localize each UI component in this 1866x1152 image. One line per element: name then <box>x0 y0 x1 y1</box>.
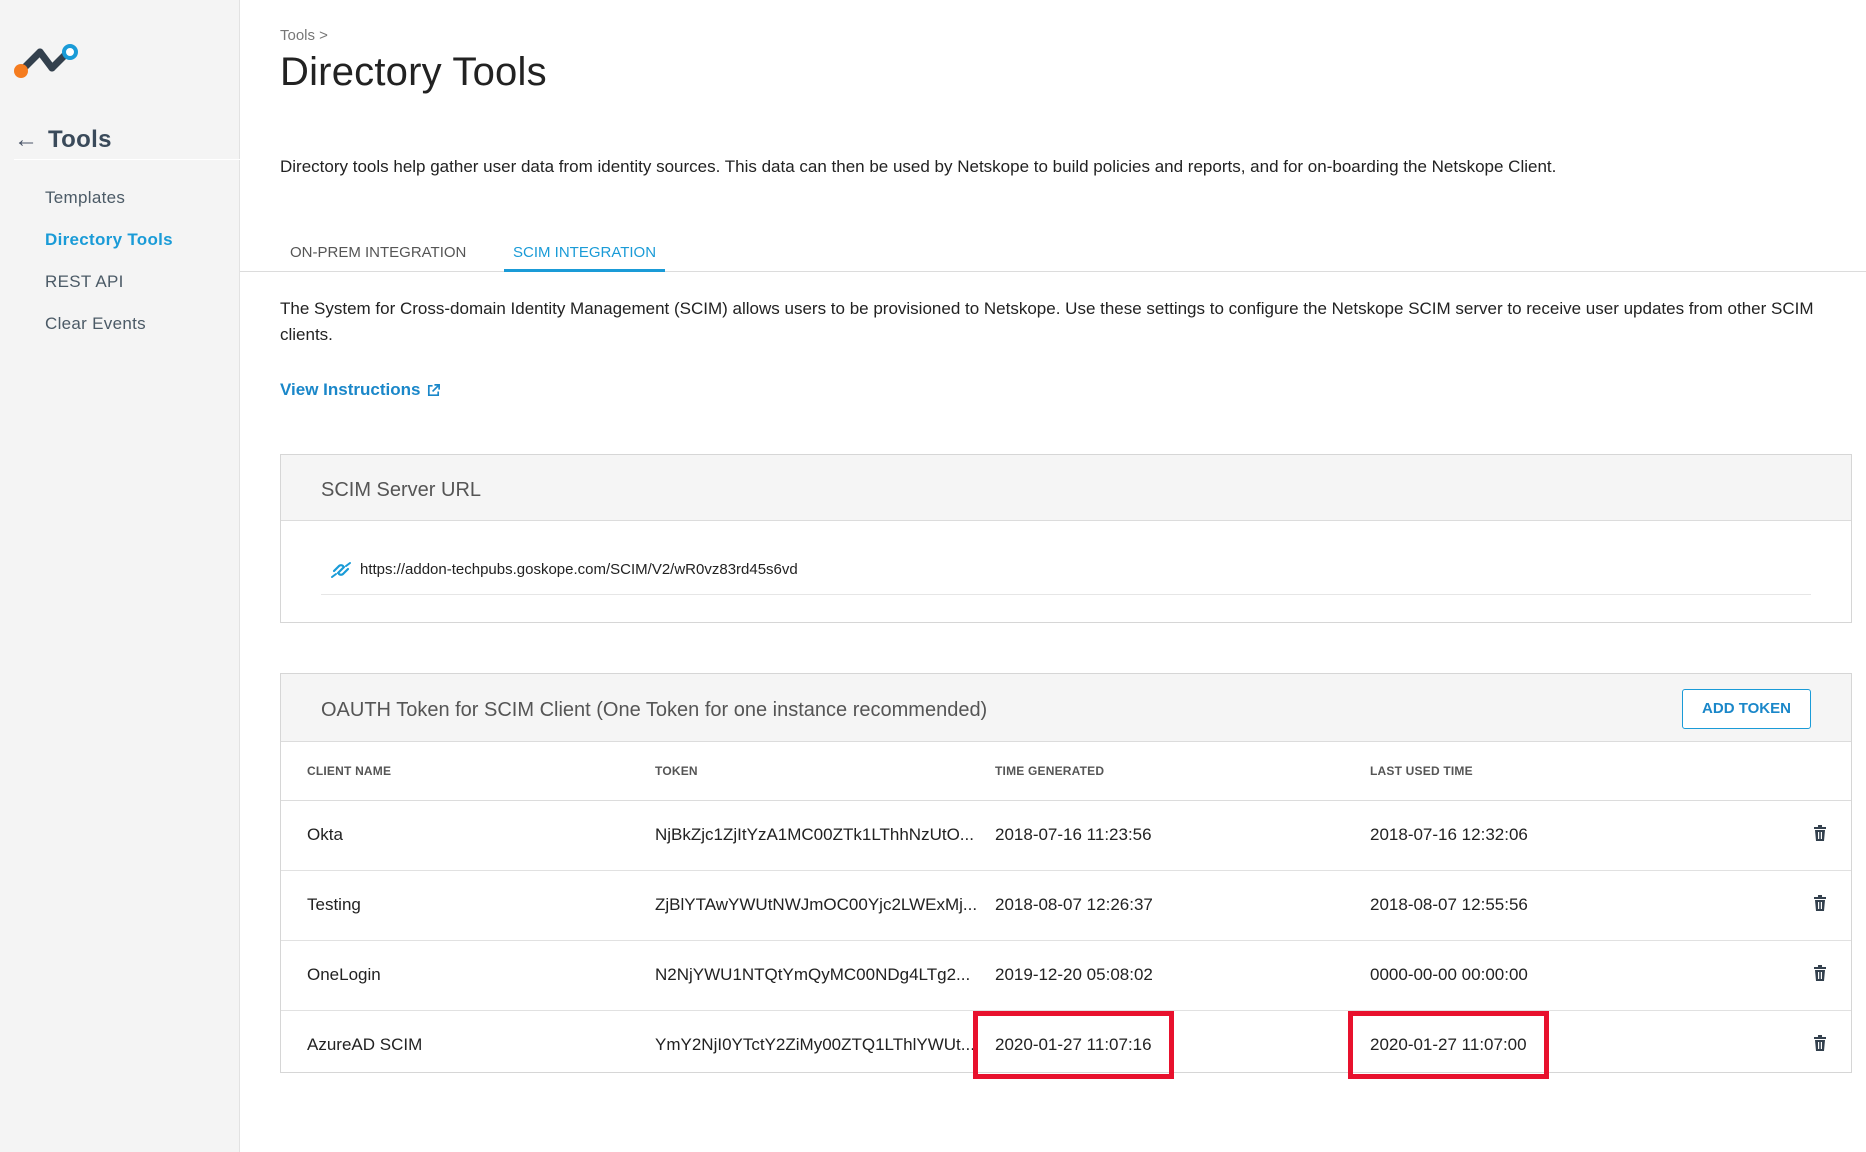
oauth-token-header: OAUTH Token for SCIM Client (One Token f… <box>281 674 1851 742</box>
column-header-token[interactable]: TOKEN <box>655 742 995 801</box>
main-content: Tools > Directory Tools Directory tools … <box>240 0 1866 1152</box>
actions-cell <box>1700 1010 1851 1080</box>
sidebar-nav: Templates Directory Tools REST API Clear… <box>45 180 173 348</box>
token-cell: YmY2NjI0YTctY2ZiMy00ZTQ1LThlYWUt... <box>655 1035 975 1055</box>
table-row[interactable]: Okta NjBkZjc1ZjItYzA1MC00ZTk1LThhNzUtO..… <box>281 800 1851 871</box>
page-intro: Directory tools help gather user data fr… <box>280 157 1557 176</box>
trash-icon[interactable] <box>1813 964 1827 981</box>
tab-bar: ON-PREM INTEGRATION SCIM INTEGRATION <box>240 238 1866 272</box>
sidebar-item-rest-api[interactable]: REST API <box>45 264 173 306</box>
link-icon <box>331 562 351 578</box>
column-header-client-name[interactable]: CLIENT NAME <box>281 742 655 801</box>
page-title: Directory Tools <box>280 50 547 94</box>
highlight-box-time-generated: 2020-01-27 11:07:16 <box>973 1011 1174 1080</box>
tab-scim-integration[interactable]: SCIM INTEGRATION <box>504 242 666 272</box>
client-name-cell: Okta <box>281 800 655 871</box>
back-arrow-icon[interactable]: ← <box>14 127 40 152</box>
time-generated-cell: 2018-08-07 12:26:37 <box>995 870 1370 941</box>
last-used-time-cell: 2018-08-07 12:55:56 <box>1370 870 1700 941</box>
sidebar-item-templates[interactable]: Templates <box>45 180 173 222</box>
table-row[interactable]: Testing ZjBlYTAwYWUtNWJmOC00Yjc2LWExMj..… <box>281 870 1851 941</box>
external-link-icon <box>428 383 441 396</box>
token-cell: ZjBlYTAwYWUtNWJmOC00Yjc2LWExMj... <box>655 870 995 941</box>
sidebar-title: Tools <box>48 125 112 153</box>
actions-cell <box>1700 800 1851 871</box>
oauth-token-title: OAUTH Token for SCIM Client (One Token f… <box>321 699 988 721</box>
sidebar-item-clear-events[interactable]: Clear Events <box>45 306 173 348</box>
column-header-actions <box>1700 742 1851 801</box>
client-name-cell: AzureAD SCIM <box>307 1035 423 1055</box>
sidebar-item-directory-tools[interactable]: Directory Tools <box>45 222 173 264</box>
view-instructions-link[interactable]: View Instructions <box>280 380 441 400</box>
time-generated-cell: 2019-12-20 05:08:02 <box>995 940 1370 1011</box>
last-used-time-cell: 0000-00-00 00:00:00 <box>1370 940 1700 1011</box>
trash-icon[interactable] <box>1813 824 1827 841</box>
token-table: CLIENT NAME TOKEN TIME GENERATED LAST US… <box>281 742 1851 1080</box>
scim-server-url-header: SCIM Server URL <box>281 455 1851 521</box>
scim-description: The System for Cross-domain Identity Man… <box>280 299 1814 344</box>
client-name-cell: OneLogin <box>281 940 655 1011</box>
actions-cell <box>1700 870 1851 941</box>
table-row[interactable]: AzureAD SCIM YmY2NjI0YTctY2ZiMy00ZTQ1LTh… <box>281 1010 1851 1080</box>
client-name-cell: Testing <box>281 870 655 941</box>
scim-server-url-value: https://addon-techpubs.goskope.com/SCIM/… <box>360 561 798 578</box>
last-used-time-cell: 2020-01-27 11:07:00 <box>1348 1010 1700 1080</box>
time-generated-cell: 2018-07-16 11:23:56 <box>995 800 1370 871</box>
trash-icon[interactable] <box>1813 894 1827 911</box>
trash-icon[interactable] <box>1813 1034 1827 1051</box>
breadcrumb[interactable]: Tools > <box>280 27 328 44</box>
oauth-token-card: OAUTH Token for SCIM Client (One Token f… <box>280 673 1852 1080</box>
scim-server-url-field[interactable]: https://addon-techpubs.goskope.com/SCIM/… <box>321 559 1811 595</box>
column-header-last-used-time[interactable]: LAST USED TIME <box>1370 742 1700 801</box>
actions-cell <box>1700 940 1851 1011</box>
scim-server-url-title: SCIM Server URL <box>321 479 482 501</box>
scim-server-url-card: SCIM Server URL https://addon-techpubs.g… <box>280 454 1852 623</box>
netskope-logo[interactable] <box>12 42 80 82</box>
sidebar-header[interactable]: ← Tools <box>14 120 240 160</box>
sidebar: ← Tools Templates Directory Tools REST A… <box>0 0 240 1152</box>
last-used-time-cell: 2018-07-16 12:32:06 <box>1370 800 1700 871</box>
token-cell: NjBkZjc1ZjItYzA1MC00ZTk1LThhNzUtO... <box>655 800 995 871</box>
highlight-box-last-used-time: 2020-01-27 11:07:00 <box>1348 1011 1549 1080</box>
token-table-header: CLIENT NAME TOKEN TIME GENERATED LAST US… <box>281 742 1851 801</box>
column-header-time-generated[interactable]: TIME GENERATED <box>995 742 1370 801</box>
tab-on-prem-integration[interactable]: ON-PREM INTEGRATION <box>281 242 475 272</box>
view-instructions-label: View Instructions <box>280 380 421 399</box>
token-cell: N2NjYWU1NTQtYmQyMC00NDg4LTg2... <box>655 940 995 1011</box>
add-token-button[interactable]: ADD TOKEN <box>1682 689 1811 729</box>
time-generated-cell: 2020-01-27 11:07:16 <box>973 1010 1370 1080</box>
table-row[interactable]: OneLogin N2NjYWU1NTQtYmQyMC00NDg4LTg2...… <box>281 940 1851 1011</box>
